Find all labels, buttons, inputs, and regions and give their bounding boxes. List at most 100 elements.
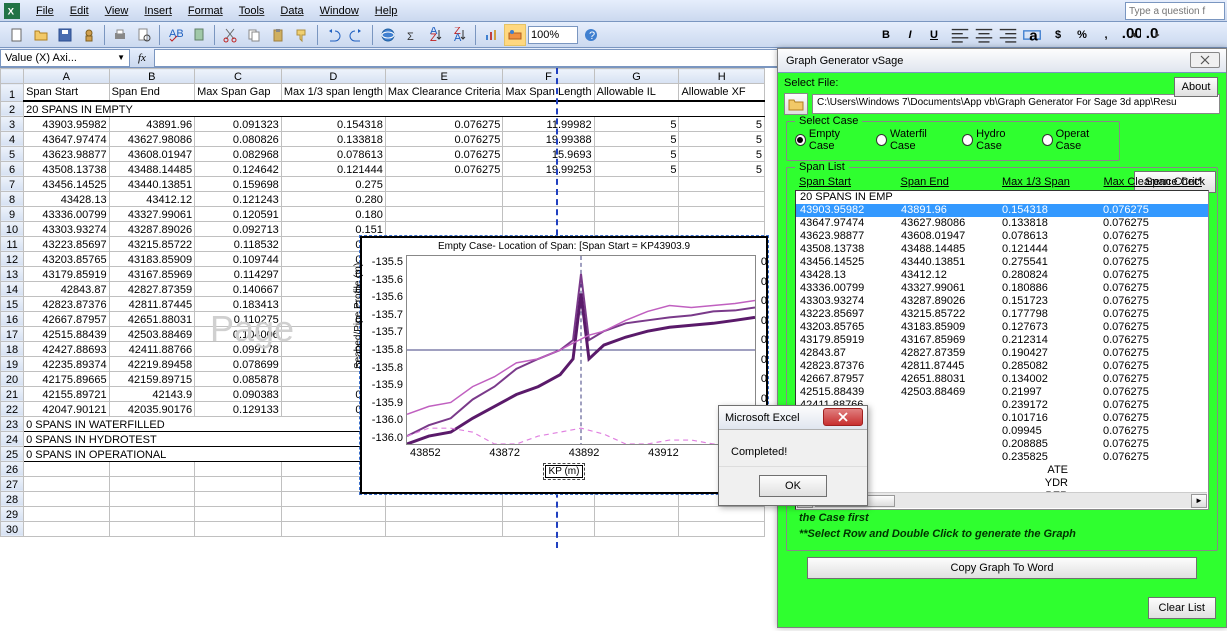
span-list-row[interactable]: 43903.9598243891.960.1543180.076275 <box>796 204 1208 217</box>
span-list-row[interactable]: 43203.8576543183.859090.1276730.076275 <box>796 321 1208 334</box>
menu-data[interactable]: Data <box>272 3 311 19</box>
select-file-label: Select File: <box>784 77 1220 89</box>
increase-decimal-icon[interactable]: .00 <box>1119 24 1141 46</box>
clear-list-button[interactable]: Clear List <box>1148 597 1216 619</box>
research-icon[interactable] <box>188 24 210 46</box>
chart-plot-area[interactable]: -135.5-135.6-135.6-135.7-135.7-135.8-135… <box>406 255 756 445</box>
format-toolbar: B I U a $ % , .00 .0 <box>867 22 1227 48</box>
span-list-row[interactable]: 43336.0079943327.990610.1808860.076275 <box>796 282 1208 295</box>
message-box: Microsoft Excel Completed! OK <box>718 405 868 506</box>
paste-icon[interactable] <box>267 24 289 46</box>
permission-icon[interactable] <box>78 24 100 46</box>
radio-empty-case[interactable]: Empty Case <box>795 128 862 152</box>
close-icon[interactable] <box>823 408 863 426</box>
menu-file[interactable]: File <box>28 3 62 19</box>
chart-x-ticks: 438524387243892439124393 <box>406 445 756 461</box>
span-list-row[interactable]: 42667.8795742651.880310.1340020.076275 <box>796 373 1208 386</box>
chart-x-axis-label[interactable]: KP (m) <box>545 465 583 478</box>
undo-icon[interactable] <box>322 24 344 46</box>
zoom-combo[interactable]: 100% <box>528 26 578 44</box>
sort-asc-icon[interactable]: AZ <box>425 24 447 46</box>
align-right-icon[interactable] <box>997 24 1019 46</box>
redo-icon[interactable] <box>346 24 368 46</box>
copy-graph-button[interactable]: Copy Graph To Word <box>807 557 1197 579</box>
chart-wizard-icon[interactable] <box>480 24 502 46</box>
print-preview-icon[interactable] <box>133 24 155 46</box>
percent-icon[interactable]: % <box>1071 24 1093 46</box>
help-icon[interactable]: ? <box>580 24 602 46</box>
help-question-input[interactable] <box>1125 2 1225 20</box>
decrease-decimal-icon[interactable]: .0 <box>1143 24 1165 46</box>
spelling-icon[interactable]: ABC <box>164 24 186 46</box>
message-box-body: Completed! <box>719 430 867 466</box>
copy-icon[interactable] <box>243 24 265 46</box>
print-icon[interactable] <box>109 24 131 46</box>
embedded-chart[interactable]: Empty Case- Location of Span: [Span Star… <box>360 236 768 494</box>
svg-text:a: a <box>1029 27 1038 44</box>
browse-folder-icon[interactable] <box>784 93 808 115</box>
radio-hydro-case[interactable]: Hydro Case <box>962 128 1027 152</box>
svg-text:Σ: Σ <box>407 31 414 43</box>
autosum-icon[interactable]: Σ <box>401 24 423 46</box>
svg-text:ABC: ABC <box>169 28 183 40</box>
drawing-icon[interactable] <box>504 24 526 46</box>
span-list-row[interactable]: 43223.8569743215.857220.1777980.076275 <box>796 308 1208 321</box>
span-list-row[interactable]: 43508.1373843488.144850.1214440.076275 <box>796 243 1208 256</box>
svg-text:.00: .00 <box>1122 24 1141 41</box>
name-box[interactable]: Value (X) Axi...▼ <box>0 49 130 67</box>
format-painter-icon[interactable] <box>291 24 313 46</box>
span-list-row[interactable]: 43179.8591943167.859690.2123140.076275 <box>796 334 1208 347</box>
span-list-row[interactable]: 43623.9887743608.019470.0786130.076275 <box>796 230 1208 243</box>
align-center-icon[interactable] <box>973 24 995 46</box>
radio-operat-case[interactable]: Operat Case <box>1042 128 1111 152</box>
bold-icon[interactable]: B <box>875 24 897 46</box>
file-path-display: C:\Users\Windows 7\Documents\App vb\Grap… <box>812 94 1220 114</box>
menu-bar: X File Edit View Insert Format Tools Dat… <box>0 0 1227 22</box>
span-list-row[interactable]: 43428.1343412.120.2808240.076275 <box>796 269 1208 282</box>
about-button[interactable]: About <box>1174 77 1218 97</box>
message-box-title: Microsoft Excel <box>719 406 867 430</box>
menu-window[interactable]: Window <box>312 3 367 19</box>
fx-label[interactable]: fx <box>130 52 154 64</box>
cut-icon[interactable] <box>219 24 241 46</box>
span-list-row[interactable]: 42843.8742827.873590.1904270.076275 <box>796 347 1208 360</box>
span-list-row[interactable]: 43456.1452543440.138510.2755410.076275 <box>796 256 1208 269</box>
align-left-icon[interactable] <box>949 24 971 46</box>
open-icon[interactable] <box>30 24 52 46</box>
ok-button[interactable]: OK <box>759 475 827 497</box>
menu-tools[interactable]: Tools <box>231 3 273 19</box>
menu-edit[interactable]: Edit <box>62 3 97 19</box>
comma-icon[interactable]: , <box>1095 24 1117 46</box>
chart-y-ticks: -135.5-135.6-135.6-135.7-135.7-135.8-135… <box>371 256 403 444</box>
chart-title: Empty Case- Location of Span: [Span Star… <box>362 238 766 255</box>
span-list-row[interactable]: 43303.9327443287.890260.1517230.076275 <box>796 295 1208 308</box>
span-list-row[interactable]: 42823.8737642811.874450.2850820.076275 <box>796 360 1208 373</box>
save-icon[interactable] <box>54 24 76 46</box>
span-list-headers: Span StartSpan EndMax 1/3 SpanMax Cleare… <box>795 174 1209 190</box>
hint-double-click: **Select Row and Double Click to generat… <box>795 526 1209 542</box>
radio-waterfil-case[interactable]: Waterfil Case <box>876 128 948 152</box>
form-close-icon[interactable] <box>1190 52 1220 68</box>
hyperlink-icon[interactable] <box>377 24 399 46</box>
span-list-row[interactable]: 42515.8843942503.884690.219970.076275 <box>796 386 1208 399</box>
italic-icon[interactable]: I <box>899 24 921 46</box>
chart-lines <box>407 256 755 444</box>
chart-y-axis-label: Seabed/Pipe Profile (m) <box>353 263 364 369</box>
underline-icon[interactable]: U <box>923 24 945 46</box>
svg-text:Z: Z <box>430 32 437 43</box>
hint-select-case: the Case first <box>795 510 1209 526</box>
menu-format[interactable]: Format <box>180 3 231 19</box>
merge-center-icon[interactable]: a <box>1021 24 1043 46</box>
menu-insert[interactable]: Insert <box>136 3 180 19</box>
menu-view[interactable]: View <box>97 3 137 19</box>
new-icon[interactable] <box>6 24 28 46</box>
sort-desc-icon[interactable]: ZA <box>449 24 471 46</box>
graph-generator-form: Graph Generator vSage About Select File:… <box>777 48 1227 628</box>
menu-help[interactable]: Help <box>367 3 406 19</box>
excel-icon: X <box>4 3 20 19</box>
form-titlebar[interactable]: Graph Generator vSage <box>778 49 1226 73</box>
currency-icon[interactable]: $ <box>1047 24 1069 46</box>
span-list-row[interactable]: 43647.9747443627.980860.1338180.076275 <box>796 217 1208 230</box>
svg-text:X: X <box>8 6 15 17</box>
select-case-group: Select Case Empty Case Waterfil Case Hyd… <box>786 121 1120 161</box>
